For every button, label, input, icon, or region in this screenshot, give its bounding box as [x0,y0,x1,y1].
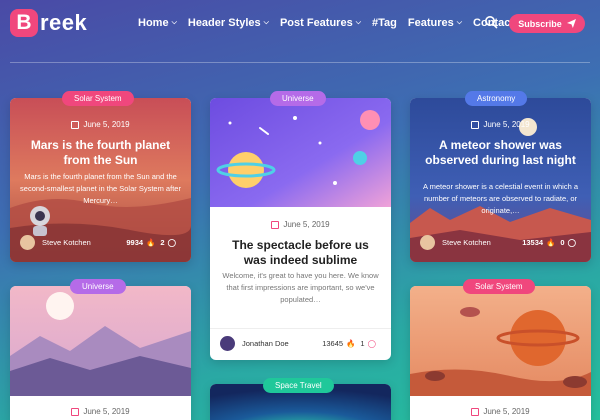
post-title[interactable]: The spectacle before us was indeed subli… [222,238,379,268]
post-excerpt: Welcome, it's great to have you here. We… [222,271,379,304]
category-tag[interactable]: Solar System [62,91,134,106]
post-card-meteor[interactable]: June 5, 2019 A meteor shower was observe… [410,98,591,262]
fire-icon: 🔥 [346,339,356,348]
header-divider [10,62,590,63]
nav-label: Post Features [279,17,353,29]
chevron-down-icon: ⌵ [263,19,269,26]
category-tag[interactable]: Universe [70,279,126,294]
nav-item-home[interactable]: Home ⌵ [138,17,177,29]
post-date: June 5, 2019 [10,407,191,416]
nav-label: Home [138,17,169,29]
search-icon[interactable] [484,15,498,29]
post-overlay: June 5, 2019 A meteor shower was observe… [410,98,591,262]
main-nav: Home ⌵ Header Styles ⌵ Post Features ⌵ #Tag… [138,17,525,29]
nav-item-header-styles[interactable]: Header Styles ⌵ [188,17,269,29]
date-text: June 5, 2019 [483,120,530,129]
post-author[interactable]: Steve Kotchen [420,235,491,250]
nav-item-features[interactable]: Features ⌵ [408,17,462,29]
post-stats: 13534 🔥 0 ◯ [522,238,581,247]
avatar [20,235,35,250]
post-overlay: June 5, 2019 Mars is the fourth planet f… [10,98,191,262]
date-text: June 5, 2019 [83,120,130,129]
post-stats: 13645 🔥 1 ◯ [322,339,381,348]
calendar-icon [71,407,80,416]
category-tag[interactable]: Space Travel [263,378,334,393]
date-text: June 5, 2019 [83,407,130,416]
post-excerpt: Mars is the fourth planet from the Sun a… [20,172,181,205]
logo-text: reek [40,10,88,35]
site-logo[interactable]: B reek [10,9,87,37]
calendar-icon [271,220,280,229]
post-date: June 5, 2019 [410,407,591,416]
post-stats: 9934 🔥 2 ◯ [126,238,181,247]
post-author[interactable]: Jonathan Doe [220,336,289,351]
date-text: June 5, 2019 [483,407,530,416]
post-image-desert [410,286,591,396]
avatar [220,336,235,351]
subscribe-label: Subscribe [518,18,562,29]
post-card-mars[interactable]: June 5, 2019 Mars is the fourth planet f… [10,98,191,262]
card-divider [210,328,391,329]
view-count: 13534 [522,238,544,247]
post-date: June 5, 2019 [410,120,591,129]
nav-label: Header Styles [187,17,261,29]
category-tag[interactable]: Astronomy [465,91,528,106]
post-image-mountains [10,286,191,396]
site-header: B reek Home ⌵ Header Styles ⌵ Post Feature… [0,0,600,48]
category-tag[interactable]: Universe [270,91,326,106]
nav-label: #Tag [372,17,397,29]
author-name: Steve Kotchen [42,238,91,247]
fire-icon: 🔥 [146,238,156,247]
post-title[interactable]: A meteor shower was observed during last… [420,138,581,168]
nav-item-tag[interactable]: #Tag [372,17,397,29]
post-date: June 5, 2019 [210,220,391,229]
post-card-solar-system[interactable]: June 5, 2019 [410,286,591,420]
post-title[interactable]: Mars is the fourth planet from the Sun [22,138,179,168]
chevron-down-icon: ⌵ [355,19,362,26]
view-count: 13645 [322,339,344,348]
comment-icon: ◯ [367,339,376,348]
logo-mark: B [10,9,38,37]
comment-count: 1 [360,339,365,348]
chevron-down-icon: ⌵ [456,19,463,26]
calendar-icon [471,120,480,129]
post-image-universe [210,98,391,207]
date-text: June 5, 2019 [283,220,330,229]
chevron-down-icon: ⌵ [171,19,177,26]
comment-count: 0 [560,238,565,247]
nav-label: Features [407,17,454,29]
calendar-icon [471,407,480,416]
post-card-universe-2[interactable]: June 5, 2019 [10,286,191,420]
send-icon [566,19,576,28]
category-tag[interactable]: Solar System [463,279,535,294]
avatar [420,235,435,250]
post-excerpt: A meteor shower is a celestial event in … [422,182,579,215]
comment-icon: ◯ [567,238,576,247]
post-author[interactable]: Steve Kotchen [20,235,91,250]
nav-item-post-features[interactable]: Post Features ⌵ [280,17,361,29]
view-count: 9934 [126,238,144,247]
subscribe-button[interactable]: Subscribe [509,14,585,33]
comment-count: 2 [160,238,165,247]
post-date: June 5, 2019 [10,120,191,129]
calendar-icon [71,120,80,129]
fire-icon: 🔥 [546,238,556,247]
author-name: Steve Kotchen [442,238,491,247]
post-card-universe[interactable]: June 5, 2019 The spectacle before us was… [210,98,391,360]
author-name: Jonathan Doe [242,339,289,348]
comment-icon: ◯ [167,238,176,247]
